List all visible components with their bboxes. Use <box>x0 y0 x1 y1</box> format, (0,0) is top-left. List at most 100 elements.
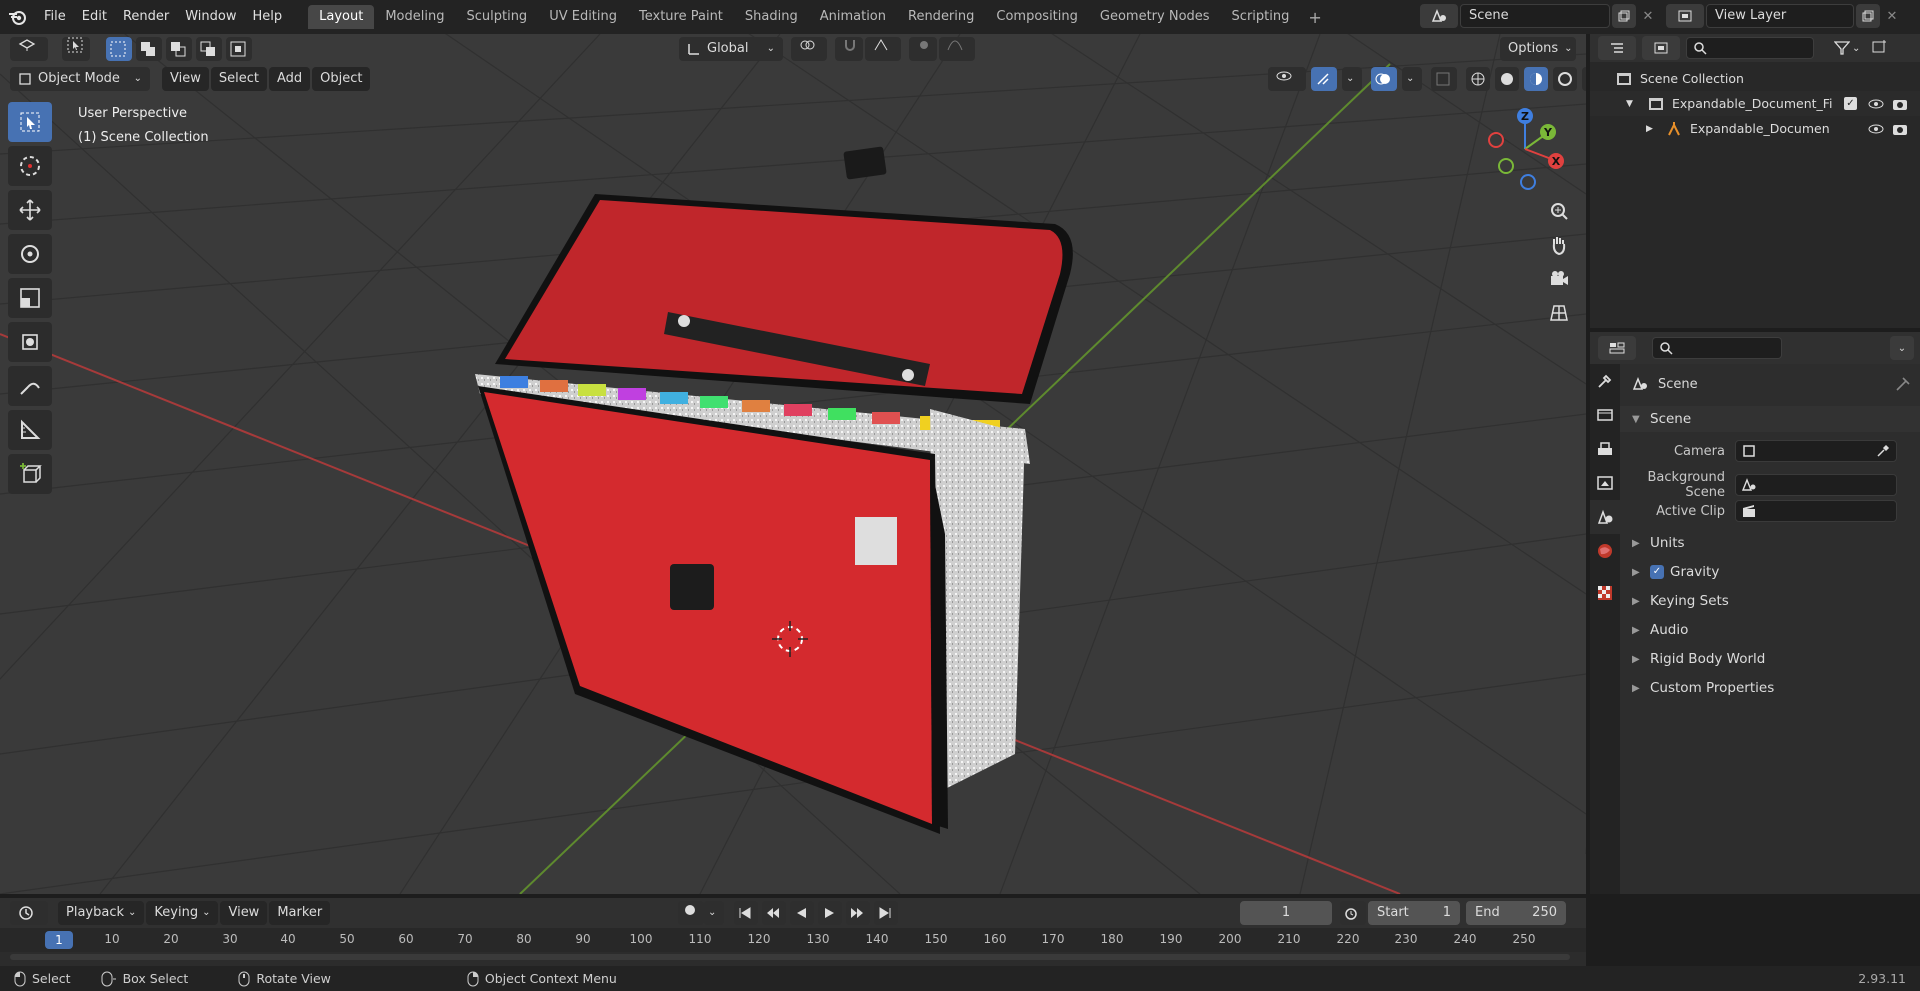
view-layer-icon[interactable] <box>1666 4 1704 28</box>
tab-texture-paint[interactable]: Texture Paint <box>628 5 734 29</box>
tab-layout[interactable]: Layout <box>308 5 375 29</box>
units-panel[interactable]: ▶ Units <box>1620 530 1920 556</box>
timeline-editor-icon[interactable] <box>10 901 48 925</box>
viewport-scene[interactable] <box>0 34 1586 894</box>
selection-mode-icons[interactable] <box>106 37 254 61</box>
blender-logo-icon[interactable] <box>0 0 36 34</box>
properties-search-input[interactable] <box>1652 337 1782 359</box>
exclude-checkbox[interactable]: ✓ <box>1844 97 1857 110</box>
scene-tab-icon[interactable] <box>1590 500 1620 534</box>
gizmo-chevron-icon[interactable]: ⌄ <box>1342 67 1362 91</box>
menu-file[interactable]: File <box>36 5 74 29</box>
perspective-toggle-icon[interactable] <box>1544 298 1574 328</box>
close-view-layer-icon[interactable]: ✕ <box>1880 9 1904 24</box>
filter-icon[interactable]: ⌄ <box>1834 41 1860 55</box>
pivot-point-icon[interactable] <box>791 37 827 61</box>
scene-icon[interactable] <box>1420 4 1458 28</box>
cursor-tool-icon[interactable] <box>8 146 52 186</box>
camera-field[interactable] <box>1735 440 1897 462</box>
tool-tab-icon[interactable] <box>1590 364 1620 398</box>
select-intersect-icon[interactable] <box>226 37 252 61</box>
jump-end-icon[interactable] <box>874 901 898 925</box>
tab-scripting[interactable]: Scripting <box>1221 5 1301 29</box>
display-mode-icon[interactable] <box>1642 36 1680 60</box>
menu-object[interactable]: Object <box>312 67 371 91</box>
object-hide-eye-icon[interactable] <box>1868 123 1884 135</box>
scale-tool-icon[interactable] <box>8 278 52 318</box>
select-extend-icon[interactable] <box>136 37 162 61</box>
overlay-toggle-icon[interactable] <box>1371 67 1397 91</box>
properties-editor-icon[interactable] <box>1598 336 1636 360</box>
view-layer-tab-icon[interactable] <box>1590 466 1620 500</box>
outliner-row-scene-collection[interactable]: Scene Collection <box>1590 66 1920 91</box>
custom-properties-panel[interactable]: ▶ Custom Properties <box>1620 675 1920 701</box>
proportional-falloff-icon[interactable] <box>939 37 975 61</box>
menu-add[interactable]: Add <box>268 67 311 91</box>
collection-expand-icon[interactable]: ▼ <box>1626 99 1640 109</box>
next-keyframe-icon[interactable] <box>846 901 870 925</box>
copy-view-layer-icon[interactable] <box>1856 4 1880 28</box>
xray-toggle-icon[interactable] <box>1431 67 1457 91</box>
camera-view-icon[interactable] <box>1544 264 1574 294</box>
audio-panel[interactable]: ▶ Audio <box>1620 617 1920 643</box>
scene-panel-header[interactable]: ▼ Scene <box>1620 406 1920 432</box>
rendered-shading-icon[interactable] <box>1553 67 1577 91</box>
scene-name-field[interactable]: Scene <box>1460 4 1610 28</box>
menu-help[interactable]: Help <box>245 5 291 29</box>
texture-tab-icon[interactable] <box>1590 576 1620 610</box>
end-frame-field[interactable]: End 250 <box>1466 901 1566 925</box>
menu-select[interactable]: Select <box>210 67 267 91</box>
gizmo-toggle-icon[interactable] <box>1311 67 1337 91</box>
gravity-checkbox[interactable]: ✓ <box>1650 565 1664 579</box>
tab-geometry-nodes[interactable]: Geometry Nodes <box>1089 5 1221 29</box>
pan-view-icon[interactable] <box>1544 230 1574 260</box>
background-scene-field[interactable] <box>1735 474 1897 496</box>
keying-set-chevron-icon[interactable]: ⌄ <box>704 901 724 925</box>
world-tab-icon[interactable] <box>1590 534 1620 568</box>
select-new-icon[interactable] <box>106 37 132 61</box>
pin-icon[interactable] <box>1896 377 1910 391</box>
transform-orientation-select[interactable]: Global ⌄ <box>679 37 783 61</box>
close-scene-icon[interactable]: ✕ <box>1636 9 1660 24</box>
keying-sets-panel[interactable]: ▶ Keying Sets <box>1620 588 1920 614</box>
material-shading-icon[interactable] <box>1524 67 1548 91</box>
auto-keying-icon[interactable] <box>678 901 704 925</box>
zoom-view-icon[interactable] <box>1544 196 1574 226</box>
tab-compositing[interactable]: Compositing <box>985 5 1089 29</box>
active-clip-field[interactable] <box>1735 500 1897 522</box>
object-render-camera-icon[interactable] <box>1892 122 1908 136</box>
gravity-panel[interactable]: ▶ ✓ Gravity <box>1620 559 1920 585</box>
render-camera-icon[interactable] <box>1892 97 1908 111</box>
timeline-scrollbar[interactable] <box>10 954 1570 960</box>
view-layer-field[interactable]: View Layer <box>1706 4 1854 28</box>
navigation-gizmo[interactable]: Z Y X <box>1480 104 1570 194</box>
editor-type-icon[interactable] <box>10 37 48 61</box>
play-reverse-icon[interactable] <box>790 901 814 925</box>
current-frame-marker[interactable]: 1 <box>45 931 73 949</box>
hide-eye-icon[interactable] <box>1868 98 1884 110</box>
tab-shading[interactable]: Shading <box>734 5 809 29</box>
add-cube-tool-icon[interactable] <box>8 454 52 494</box>
measure-tool-icon[interactable] <box>8 410 52 450</box>
solid-shading-icon[interactable] <box>1495 67 1519 91</box>
move-tool-icon[interactable] <box>8 190 52 230</box>
rigid-body-world-panel[interactable]: ▶ Rigid Body World <box>1620 646 1920 672</box>
current-frame-field[interactable]: 1 <box>1240 901 1332 925</box>
tab-uv-editing[interactable]: UV Editing <box>538 5 628 29</box>
wireframe-shading-icon[interactable] <box>1466 67 1490 91</box>
snap-icon[interactable] <box>835 37 863 61</box>
start-frame-field[interactable]: Start 1 <box>1368 901 1460 925</box>
render-tab-icon[interactable] <box>1590 398 1620 432</box>
marker-menu[interactable]: Marker <box>269 901 331 925</box>
playback-menu[interactable]: Playback ⌄ <box>58 901 145 925</box>
prev-keyframe-icon[interactable] <box>762 901 786 925</box>
add-workspace-icon[interactable]: + <box>1300 8 1329 27</box>
overlay-chevron-icon[interactable]: ⌄ <box>1402 67 1422 91</box>
eyedropper-icon[interactable] <box>1876 444 1890 458</box>
copy-scene-icon[interactable] <box>1612 4 1636 28</box>
proportional-edit-icon[interactable] <box>909 37 937 61</box>
outliner-editor-icon[interactable] <box>1598 36 1636 60</box>
timeline-view-menu[interactable]: View <box>220 901 268 925</box>
outliner-search-input[interactable] <box>1686 37 1814 59</box>
options-dropdown[interactable]: Options ⌄ <box>1500 37 1576 61</box>
